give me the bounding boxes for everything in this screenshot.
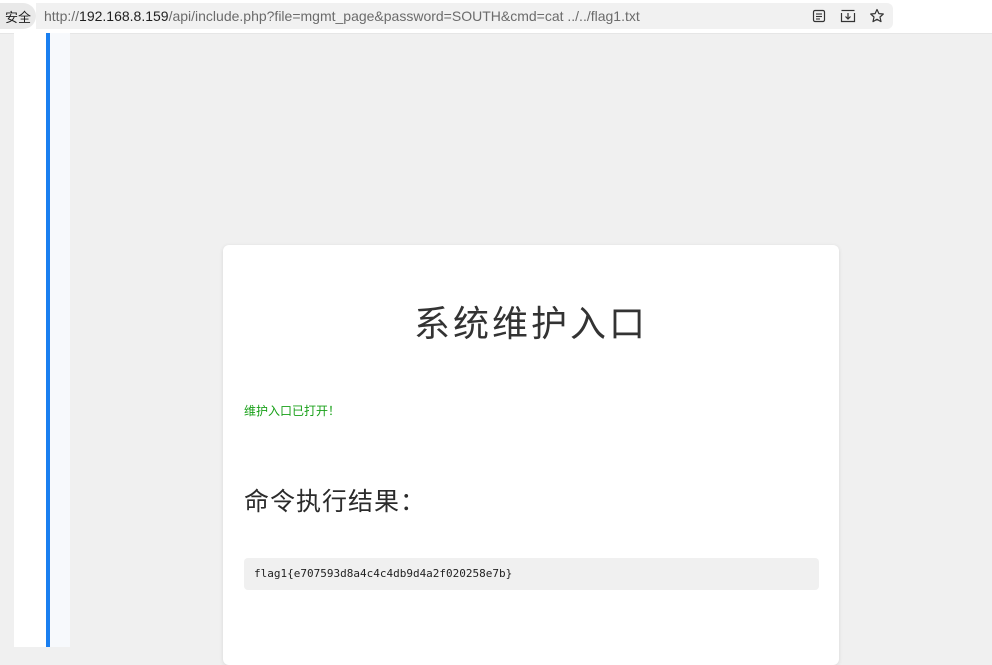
security-label: 安全: [4, 10, 31, 26]
reader-mode-icon[interactable]: [809, 6, 829, 26]
page-title: 系统维护入口: [413, 304, 648, 345]
address-bar-actions: [809, 6, 887, 26]
browser-toolbar: 安全 http://192.168.8.159/api/include.php?…: [0, 0, 992, 34]
star-icon[interactable]: [867, 6, 887, 26]
command-output: flag1{e707593d8a4c4c4db9d4a2f020258e7b}: [254, 567, 513, 580]
command-output-box: flag1{e707593d8a4c4c4db9d4a2f020258e7b}: [244, 558, 819, 590]
url-scheme: http://: [44, 8, 80, 24]
address-bar[interactable]: http://192.168.8.159/api/include.php?fil…: [36, 3, 893, 29]
security-indicator[interactable]: 安全: [0, 3, 36, 29]
download-icon[interactable]: [838, 6, 858, 26]
maintenance-card: 系统维护入口 维护入口已打开！ 命令执行结果： flag1{e707593d8a…: [223, 245, 839, 665]
status-message: 维护入口已打开！: [244, 404, 341, 418]
sidebar-inner-panel: [50, 33, 70, 647]
result-heading: 命令执行结果：: [244, 487, 427, 516]
sidebar-panel: [14, 33, 46, 647]
url-path: /api/include.php?file=mgmt_page&password…: [168, 8, 640, 24]
url-text[interactable]: http://192.168.8.159/api/include.php?fil…: [44, 3, 640, 29]
url-host: 192.168.8.159: [79, 8, 169, 24]
